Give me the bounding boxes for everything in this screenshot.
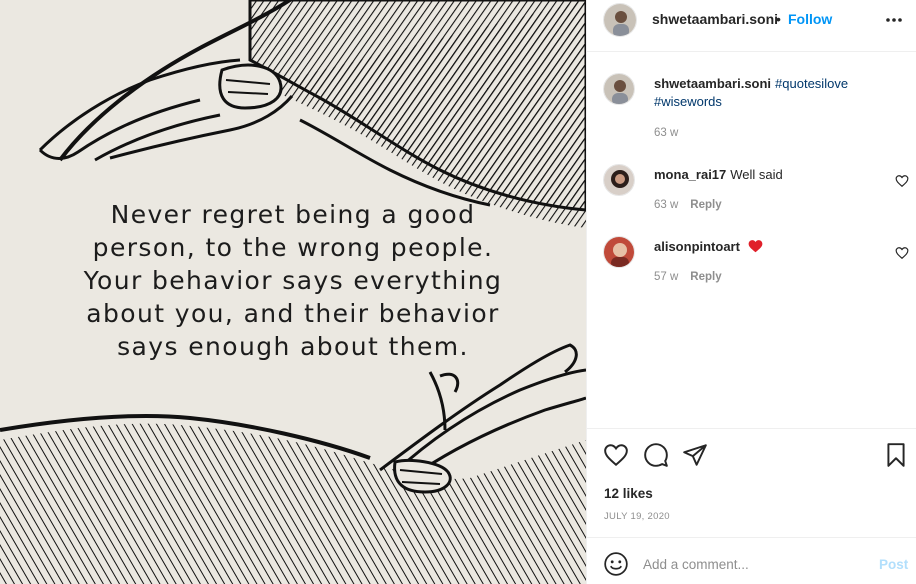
commenter-avatar[interactable] xyxy=(603,236,635,268)
caption-username[interactable]: shwetaambari.soni xyxy=(654,76,771,91)
comment-username[interactable]: mona_rai17 xyxy=(654,167,726,182)
bottom-hand xyxy=(0,343,586,584)
comment-meta: 57 w Reply xyxy=(654,271,722,283)
avatar-image xyxy=(604,165,634,195)
post-date: JULY 19, 2020 xyxy=(604,511,670,522)
avatar-image xyxy=(604,237,634,267)
share-icon[interactable] xyxy=(682,442,708,468)
reply-button[interactable]: Reply xyxy=(690,271,721,283)
comment-text: alisonpintoart xyxy=(654,238,884,256)
post-comment-button[interactable]: Post xyxy=(879,557,908,572)
separator-dot: • xyxy=(776,11,781,27)
quote-line-3: Your behavior says everything xyxy=(83,266,503,295)
quote-line-5: says enough about them. xyxy=(117,332,469,361)
quote-line-2: person, to the wrong people. xyxy=(92,233,494,262)
like-comment-icon[interactable] xyxy=(895,174,909,188)
comment-icon[interactable] xyxy=(643,442,669,468)
comment-time: 63 w xyxy=(654,199,679,211)
top-hand xyxy=(38,0,586,228)
more-options-icon[interactable] xyxy=(884,12,904,28)
post-image: Never regret being a good person, to the… xyxy=(0,0,586,584)
likes-count[interactable]: 12 likes xyxy=(604,486,653,501)
comment-body: Well said xyxy=(730,167,783,182)
bookmark-icon[interactable] xyxy=(883,442,909,468)
smiley-icon[interactable] xyxy=(603,551,629,577)
commenter-avatar[interactable] xyxy=(603,164,635,196)
comment-text: mona_rai17 Well said xyxy=(654,166,884,184)
add-comment-bar: Post xyxy=(587,537,916,584)
caption-avatar[interactable] xyxy=(603,73,635,105)
avatar-image xyxy=(604,4,636,36)
caption-time: 63 w xyxy=(654,127,679,139)
caption-text: shwetaambari.soni #quotesilove #wisewords xyxy=(654,75,884,111)
quote-line-1: Never regret being a good xyxy=(110,200,476,229)
comment-time: 57 w xyxy=(654,271,679,283)
post-quote: Never regret being a good person, to the… xyxy=(18,198,568,363)
comment-meta: 63 w Reply xyxy=(654,199,722,211)
author-avatar[interactable] xyxy=(603,3,637,37)
red-heart-emoji-icon xyxy=(748,240,762,253)
quote-line-4: about you, and their behavior xyxy=(86,299,500,328)
comment-input[interactable] xyxy=(643,551,863,577)
post-side-panel: shwetaambari.soni • Follow shwetaambari.… xyxy=(586,0,916,584)
reply-button[interactable]: Reply xyxy=(690,199,721,211)
post-header: shwetaambari.soni • Follow xyxy=(587,0,916,52)
like-comment-icon[interactable] xyxy=(895,246,909,260)
author-username[interactable]: shwetaambari.soni xyxy=(652,11,778,27)
post-actions: 12 likes JULY 19, 2020 Post xyxy=(587,428,916,584)
follow-button[interactable]: Follow xyxy=(788,11,832,27)
avatar-image xyxy=(604,74,634,104)
comment-username[interactable]: alisonpintoart xyxy=(654,239,740,254)
heart-icon[interactable] xyxy=(603,442,629,468)
